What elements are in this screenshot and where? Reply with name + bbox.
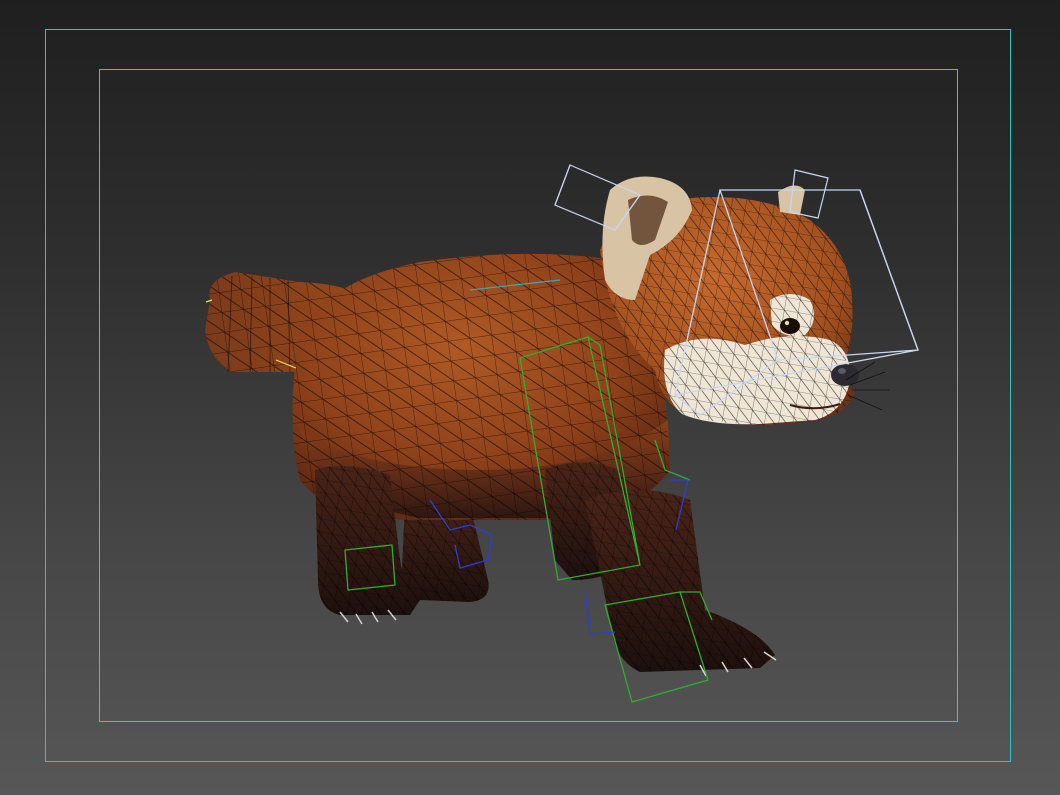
red-panda-model[interactable] (0, 0, 1060, 795)
eye-icon (780, 318, 800, 334)
3d-viewport[interactable] (0, 0, 1060, 795)
front-leg-near (585, 490, 777, 677)
